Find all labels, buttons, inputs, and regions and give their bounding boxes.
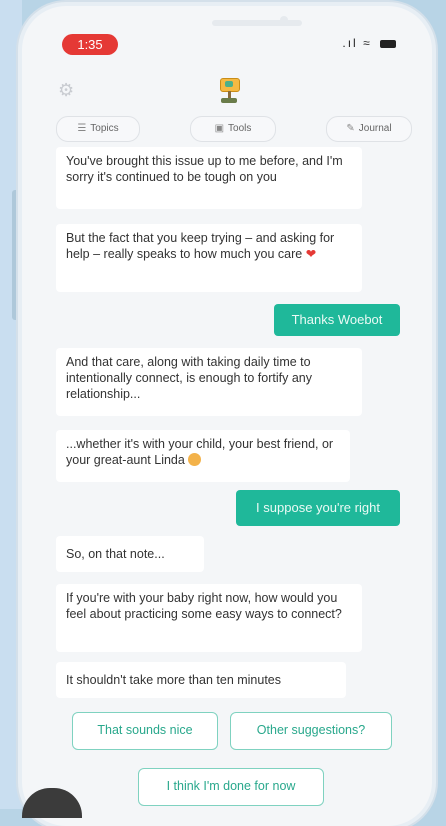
face-emoji-icon xyxy=(188,453,202,466)
user-message: I suppose you're right xyxy=(236,490,400,526)
heart-icon: ❤ xyxy=(305,247,317,261)
bot-message: You've brought this issue up to me befor… xyxy=(56,147,362,209)
bot-message: And that care, along with taking daily t… xyxy=(56,348,362,416)
bot-message: But the fact that you keep trying – and … xyxy=(56,224,362,292)
reply-other-suggestions-button[interactable]: Other suggestions? xyxy=(230,712,392,750)
reply-done-for-now-button[interactable]: I think I'm done for now xyxy=(138,768,324,806)
bot-message: ...whether it's with your child, your be… xyxy=(56,430,350,482)
background-left xyxy=(0,0,22,809)
bot-message: If you're with your baby right now, how … xyxy=(56,584,362,652)
bot-message-text: But the fact that you keep trying – and … xyxy=(66,231,335,261)
user-message: Thanks Woebot xyxy=(274,304,400,336)
chat-area: You've brought this issue up to me befor… xyxy=(22,6,432,826)
reply-that-sounds-nice-button[interactable]: That sounds nice xyxy=(72,712,218,750)
bot-message: It shouldn't take more than ten minutes xyxy=(56,662,346,698)
bot-message: So, on that note... xyxy=(56,536,204,572)
phone-frame: 1:35 .ıl ≈ ⚙ ☰ Topics ▣ Tools ✎ Journal You… xyxy=(22,6,432,826)
